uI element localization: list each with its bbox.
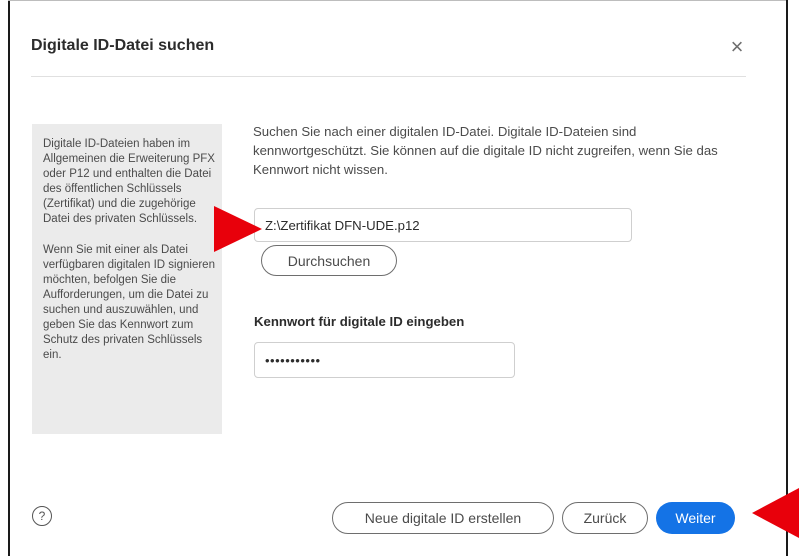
file-path-input[interactable]	[254, 208, 632, 242]
dialog-title: Digitale ID-Datei suchen	[31, 37, 215, 54]
window-frame-left	[0, 0, 10, 556]
sidebar-paragraph-1: Digitale ID-Dateien haben im Allgemeinen…	[43, 138, 215, 226]
browse-button[interactable]: Durchsuchen	[261, 245, 397, 276]
title-divider	[31, 76, 746, 77]
password-label: Kennwort für digitale ID eingeben	[254, 314, 465, 329]
sidebar-paragraph-2: Wenn Sie mit einer als Datei verfügbaren…	[43, 243, 215, 362]
close-icon[interactable]: ×	[726, 36, 748, 58]
sidebar-info-text: Digitale ID-Dateien haben im Allgemeinen…	[43, 137, 223, 378]
help-icon[interactable]: ?	[32, 506, 52, 526]
password-field[interactable]	[254, 342, 515, 378]
back-button[interactable]: Zurück	[562, 502, 648, 534]
arrow-pointer-icon	[752, 488, 799, 538]
arrow-pointer-icon	[214, 206, 262, 252]
create-new-id-button[interactable]: Neue digitale ID erstellen	[332, 502, 554, 534]
next-button[interactable]: Weiter	[656, 502, 735, 534]
intro-text: Suchen Sie nach einer digitalen ID-Datei…	[253, 124, 718, 177]
window-frame-right	[786, 0, 788, 556]
